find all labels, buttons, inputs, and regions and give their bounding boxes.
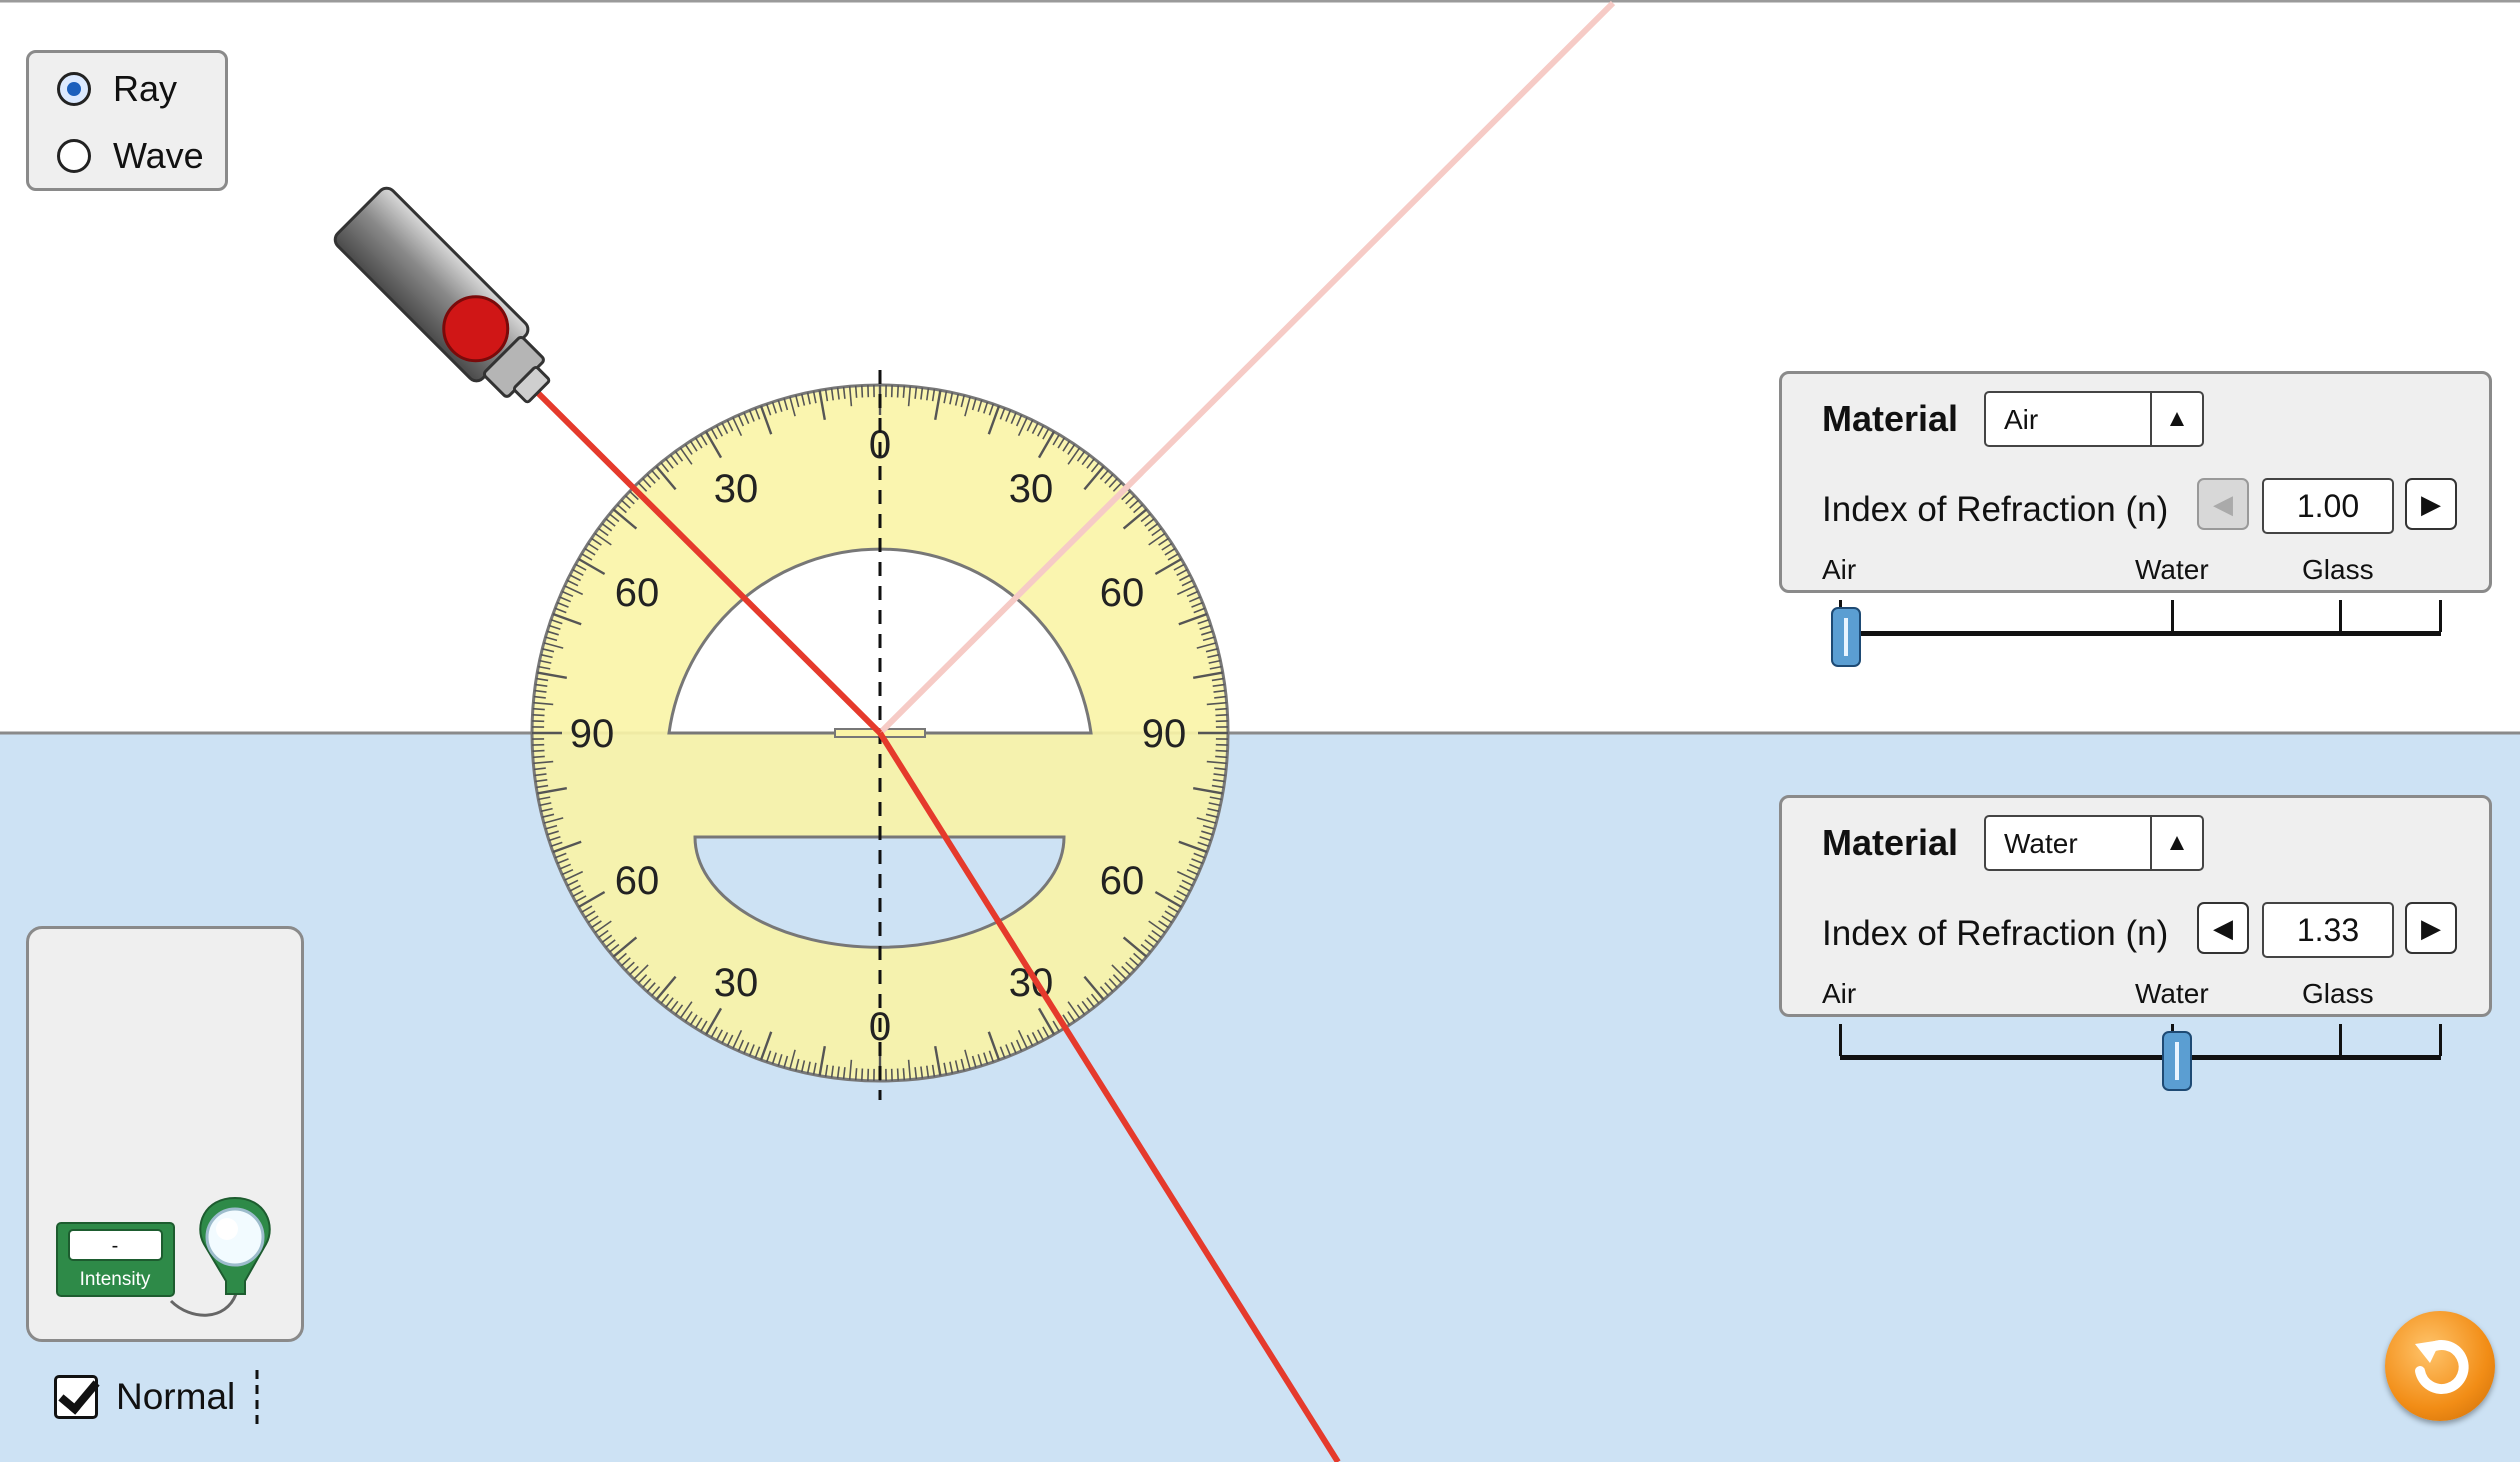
reset-icon (2415, 1340, 2469, 1394)
protractor-tick (854, 385, 858, 398)
wave-radio-option[interactable]: Wave (57, 135, 204, 177)
protractor-tick (1215, 749, 1228, 752)
protractor-label-bottom-60-left: 60 (615, 859, 660, 903)
protractor-tick (896, 1068, 899, 1081)
ray-radio-label: Ray (113, 68, 178, 109)
protractor-tick (854, 1068, 858, 1081)
top-ior-label: Index of Refraction (n) (1822, 490, 2169, 529)
top-ior-decrement-button[interactable]: ◀ (2197, 478, 2249, 530)
top-ior-slider-track[interactable] (1840, 631, 2441, 636)
bottom-medium-control-panel: Material Water ▲ Index of Refraction (n)… (1779, 795, 2492, 1091)
protractor-tick (532, 714, 545, 717)
top-material-label: Material (1822, 398, 1959, 439)
bottom-material-value: Water (2004, 828, 2078, 859)
protractor-label-top-30-right: 30 (1009, 467, 1054, 511)
protractor-tick (1215, 707, 1228, 711)
top-medium-control-panel: Material Air ▲ Index of Refraction (n) ◀… (1779, 371, 2492, 667)
ray-radio-button[interactable] (57, 72, 91, 106)
upper-medium-air (0, 0, 2520, 733)
intensity-sensor-probe[interactable] (199, 1196, 271, 1295)
normal-checkbox-label: Normal (116, 1376, 236, 1417)
top-slider-label-water: Water (2135, 554, 2209, 585)
protractor-tick (1215, 755, 1228, 759)
protractor-tick (532, 707, 545, 711)
protractor-label-top-60-left: 60 (615, 571, 660, 615)
protractor-label-bottom-60-right: 60 (1100, 859, 1145, 903)
protractor-tick (1215, 714, 1228, 717)
protractor-tick (532, 749, 545, 752)
combo-arrow-up-icon[interactable]: ▲ (2150, 817, 2202, 869)
bottom-ior-value-field[interactable]: 1.33 (2262, 902, 2394, 958)
normal-checkbox-row[interactable]: Normal (54, 1370, 261, 1424)
top-ior-value-field[interactable]: 1.00 (2262, 478, 2394, 534)
bottom-slider-label-air: Air (1822, 978, 1857, 1009)
protractor-tick (902, 1068, 906, 1081)
top-ior-increment-button[interactable]: ▶ (2405, 478, 2457, 530)
bottom-slider-label-water: Water (2135, 978, 2209, 1009)
top-ior-slider-thumb[interactable] (1831, 607, 1861, 667)
top-slider-label-glass: Glass (2302, 554, 2374, 585)
wave-radio-label: Wave (113, 135, 204, 176)
arrow-right-icon: ▶ (2421, 912, 2441, 943)
protractor-label-bottom-30-left: 30 (714, 961, 759, 1005)
ray-radio-option[interactable]: Ray (57, 68, 177, 110)
protractor-tick (896, 385, 899, 398)
wave-radio-button[interactable] (57, 139, 91, 173)
top-material-value: Air (2004, 404, 2039, 435)
intensity-readout: - (112, 1235, 119, 1257)
protractor-tick (902, 385, 906, 398)
protractor-tick (532, 755, 545, 759)
bottom-material-combo-box[interactable]: Water ▲ (1984, 815, 2204, 871)
arrow-right-icon: ▶ (2421, 488, 2441, 519)
bottom-slider-label-glass: Glass (2302, 978, 2374, 1009)
normal-line-preview-icon (255, 1370, 259, 1424)
intensity-meter[interactable]: - Intensity (26, 926, 304, 1342)
reset-all-button[interactable] (2385, 1311, 2495, 1421)
normal-checkbox[interactable] (54, 1375, 98, 1419)
bottom-ior-slider-thumb[interactable] (2161, 1031, 2192, 1091)
bottom-material-label: Material (1822, 822, 1959, 863)
arrow-left-icon: ◀ (2213, 912, 2233, 943)
arrow-left-icon: ◀ (2213, 488, 2233, 519)
bottom-ior-decrement-button[interactable]: ◀ (2197, 902, 2249, 954)
protractor-tick (861, 1068, 864, 1081)
protractor-label-top-30-left: 30 (714, 467, 759, 511)
protractor-tick (861, 385, 864, 398)
protractor-label-90-left: 90 (570, 712, 615, 756)
top-material-combo-box[interactable]: Air ▲ (1984, 391, 2204, 447)
combo-arrow-up-icon[interactable]: ▲ (2150, 393, 2202, 445)
intensity-label: Intensity (80, 1269, 151, 1290)
tool-box-panel: - Intensity (26, 926, 304, 1342)
mode-selector-panel: Ray Wave (26, 50, 228, 191)
protractor-label-top-60-right: 60 (1100, 571, 1145, 615)
top-slider-label-air: Air (1822, 554, 1857, 585)
protractor-label-90-right: 90 (1142, 712, 1187, 756)
bottom-ior-label: Index of Refraction (n) (1822, 914, 2169, 953)
bottom-ior-increment-button[interactable]: ▶ (2405, 902, 2457, 954)
bottom-ior-slider-track[interactable] (1840, 1055, 2441, 1060)
